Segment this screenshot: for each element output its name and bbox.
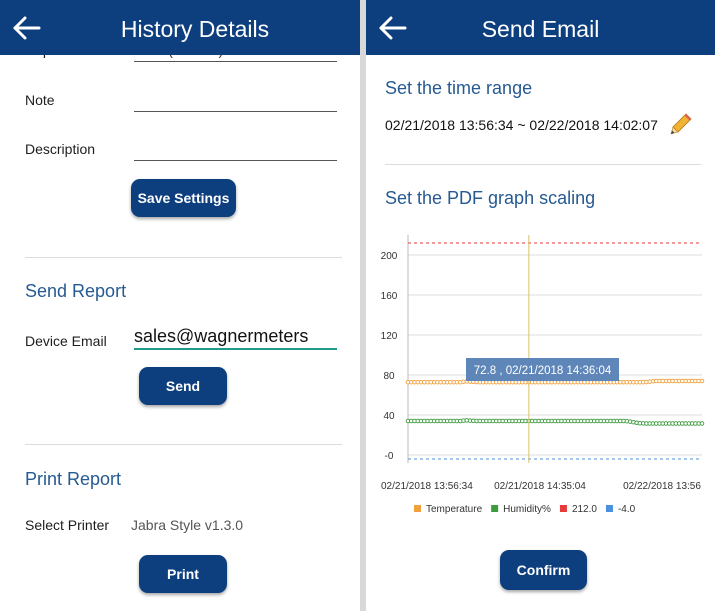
device-email-label: Device Email xyxy=(25,333,107,349)
section-divider xyxy=(25,257,342,258)
print-button[interactable]: Print xyxy=(139,555,227,593)
section-divider xyxy=(385,164,701,165)
email-app-bar: Send Email xyxy=(366,0,715,55)
y-tick-label: 200 xyxy=(381,251,398,262)
send-button[interactable]: Send xyxy=(139,367,227,405)
graph-scaling-heading: Set the PDF graph scaling xyxy=(385,188,596,208)
report-name-underline xyxy=(134,61,337,62)
data-point xyxy=(699,378,705,384)
y-tick-label: 40 xyxy=(383,411,395,422)
device-email-underline xyxy=(134,348,337,350)
legend-swatch xyxy=(491,505,499,512)
device-email-input[interactable] xyxy=(134,322,337,350)
legend-label: Humidity% xyxy=(503,504,551,515)
send-report-heading: Send Report xyxy=(25,281,127,301)
legend-swatch xyxy=(605,505,613,512)
y-tick-label: 120 xyxy=(381,331,398,342)
y-tick-label: 80 xyxy=(383,371,395,382)
graph-scaling-chart[interactable]: -0 40 80 120 160 200 72.8 , 02/21/2018 14:36:0… xyxy=(366,225,715,525)
description-underline xyxy=(134,160,337,161)
section-divider xyxy=(25,444,342,445)
x-tick-label: 02/21/2018 14:35:04 xyxy=(494,481,586,492)
save-settings-button[interactable]: Save Settings xyxy=(131,179,236,217)
y-tick-label: 160 xyxy=(381,291,398,302)
history-details-screen: Report Name 8A1B(113018) 2/1/2018 Histor… xyxy=(0,0,360,611)
legend-swatch xyxy=(414,505,421,512)
select-printer-label: Select Printer xyxy=(25,517,110,533)
legend-swatch xyxy=(559,505,567,512)
pencil-icon[interactable] xyxy=(669,112,693,136)
data-point xyxy=(699,421,705,426)
page-title: Send Email xyxy=(481,16,600,42)
legend-label: -4.0 xyxy=(618,504,636,515)
time-range-heading: Set the time range xyxy=(385,78,533,98)
legend-label: 212.0 xyxy=(572,504,597,515)
time-range-value[interactable]: 02/21/2018 13:56:34 ~ 02/22/2018 14:02:0… xyxy=(385,117,658,133)
print-report-heading: Print Report xyxy=(25,469,122,489)
send-email-screen: Send Email Set the time range 02/21/2018… xyxy=(366,0,715,611)
printer-selector[interactable]: Jabra Style v1.3.0 xyxy=(131,517,243,533)
y-tick-label: -0 xyxy=(385,451,394,462)
description-label: Description xyxy=(25,141,96,157)
note-underline xyxy=(134,111,337,112)
history-app-bar: History Details xyxy=(0,0,360,55)
page-title: History Details xyxy=(120,16,270,42)
tooltip-text: 72.8 , 02/21/2018 14:36:04 xyxy=(474,365,612,377)
legend-label: Temperature xyxy=(426,504,483,515)
x-tick-label: 02/22/2018 13:56 xyxy=(623,481,701,492)
x-tick-label: 02/21/2018 13:56:34 xyxy=(381,481,473,492)
confirm-button[interactable]: Confirm xyxy=(500,550,587,590)
note-label: Note xyxy=(25,92,55,108)
